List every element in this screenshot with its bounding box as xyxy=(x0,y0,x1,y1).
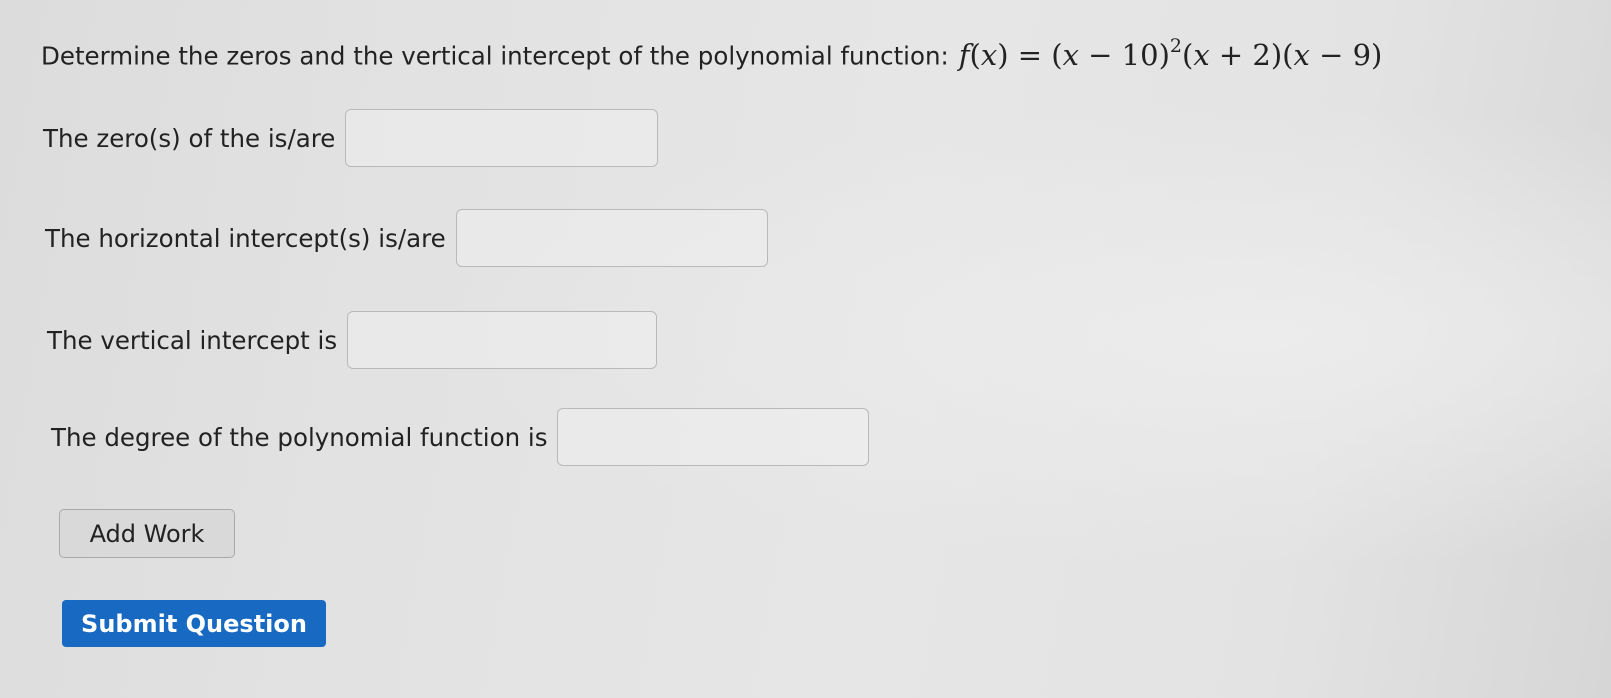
horizontal-intercept-row: The horizontal intercept(s) is/are xyxy=(45,209,768,267)
question-text: Determine the zeros and the vertical int… xyxy=(41,41,949,71)
vertical-intercept-row: The vertical intercept is xyxy=(47,311,658,369)
horizontal-intercept-input[interactable] xyxy=(455,209,768,267)
vertical-intercept-label: The vertical intercept is xyxy=(47,325,338,355)
horizontal-intercept-label: The horizontal intercept(s) is/are xyxy=(45,223,446,253)
exponent: 2 xyxy=(1169,35,1182,57)
polynomial-function: f(x) = (x − 10)2(x + 2)(x − 9) xyxy=(958,35,1383,72)
degree-label: The degree of the polynomial function is xyxy=(51,422,548,452)
zeros-row: The zero(s) of the is/are xyxy=(43,109,659,167)
question-prompt: Determine the zeros and the vertical int… xyxy=(41,28,1382,77)
zeros-input[interactable] xyxy=(345,109,659,167)
vertical-intercept-input[interactable] xyxy=(347,311,658,369)
add-work-button[interactable]: Add Work xyxy=(59,509,235,558)
degree-row: The degree of the polynomial function is xyxy=(51,408,870,466)
submit-question-button[interactable]: Submit Question xyxy=(62,600,326,647)
zeros-label: The zero(s) of the is/are xyxy=(43,123,336,153)
degree-input[interactable] xyxy=(557,408,870,466)
